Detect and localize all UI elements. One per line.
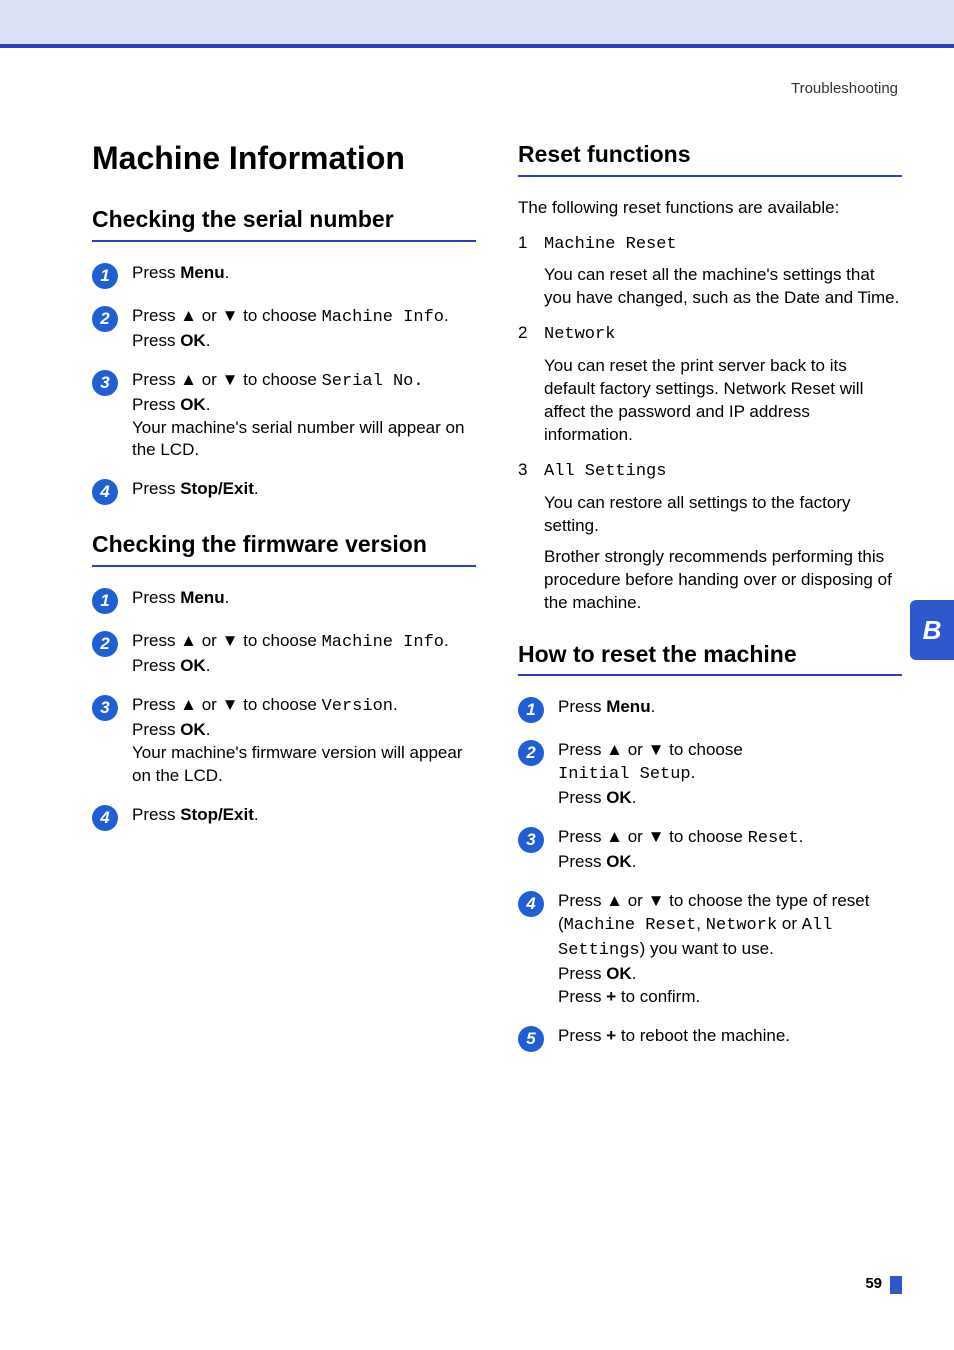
step-body: Press ▲ or ▼ to chooseInitial Setup.Pres… <box>558 739 902 810</box>
step-marker: 2 <box>92 631 118 657</box>
step-marker: 3 <box>518 827 544 853</box>
step-body: Press Menu. <box>132 262 476 285</box>
step-marker: 3 <box>92 370 118 396</box>
reset-intro: The following reset functions are availa… <box>518 197 902 220</box>
step-item: 4 Press Stop/Exit. <box>92 478 476 505</box>
step-item: 3 Press ▲ or ▼ to choose Serial No.Press … <box>92 369 476 463</box>
step-item: 3 Press ▲ or ▼ to choose Version.Press OK… <box>92 694 476 788</box>
left-column: Machine Information Checking the serial … <box>92 141 476 1068</box>
section-heading-reset-functions: Reset functions <box>518 141 902 177</box>
step-body: Press ▲ or ▼ to choose Machine Info.Pres… <box>132 305 476 353</box>
header-rule <box>0 44 954 48</box>
step-marker: 5 <box>518 1026 544 1052</box>
step-body: Press Menu. <box>558 696 902 719</box>
step-item: 1 Press Menu. <box>92 587 476 614</box>
right-column: Reset functions The following reset func… <box>518 141 902 1068</box>
step-marker: 1 <box>92 263 118 289</box>
step-item: 1 Press Menu. <box>518 696 902 723</box>
step-body: Press ▲ or ▼ to choose Serial No.Press O… <box>132 369 476 463</box>
step-marker: 2 <box>92 306 118 332</box>
list-item: Machine ResetYou can reset all the machi… <box>518 232 902 311</box>
step-item: 2 Press ▲ or ▼ to chooseInitial Setup.Pre… <box>518 739 902 810</box>
reset-option-name: All Settings <box>544 462 666 481</box>
list-item: All SettingsYou can restore all settings… <box>518 459 902 615</box>
step-item: 4 Press ▲ or ▼ to choose the type of rese… <box>518 890 902 1009</box>
step-body: Press + to reboot the machine. <box>558 1025 902 1048</box>
step-body: Press Stop/Exit. <box>132 804 476 827</box>
step-body: Press ▲ or ▼ to choose Reset.Press OK. <box>558 826 902 874</box>
page-title: Machine Information <box>92 141 476 176</box>
steps-reset: 1 Press Menu. 2 Press ▲ or ▼ to chooseIniti… <box>518 696 902 1051</box>
breadcrumb: Troubleshooting <box>0 80 898 97</box>
step-marker: 1 <box>92 588 118 614</box>
step-marker: 4 <box>518 891 544 917</box>
step-marker: 1 <box>518 697 544 723</box>
header-band <box>0 0 954 44</box>
reset-option-name: Machine Reset <box>544 235 677 254</box>
steps-firmware: 1 Press Menu. 2 Press ▲ or ▼ to choose Mach… <box>92 587 476 831</box>
step-marker: 4 <box>92 479 118 505</box>
step-body: Press ▲ or ▼ to choose Machine Info.Pres… <box>132 630 476 678</box>
step-body: Press Stop/Exit. <box>132 478 476 501</box>
list-item: NetworkYou can reset the print server ba… <box>518 322 902 447</box>
step-item: 1 Press Menu. <box>92 262 476 289</box>
page-number: 59 <box>865 1275 882 1292</box>
step-item: 5 Press + to reboot the machine. <box>518 1025 902 1052</box>
step-body: Press Menu. <box>132 587 476 610</box>
step-item: 3 Press ▲ or ▼ to choose Reset.Press OK. <box>518 826 902 874</box>
reset-option-name: Network <box>544 325 615 344</box>
section-heading-how-to-reset: How to reset the machine <box>518 641 902 677</box>
section-heading-serial: Checking the serial number <box>92 206 476 242</box>
step-marker: 3 <box>92 695 118 721</box>
step-body: Press ▲ or ▼ to choose Version.Press OK.… <box>132 694 476 788</box>
step-item: 2 Press ▲ or ▼ to choose Machine Info.Pre… <box>92 305 476 353</box>
step-marker: 4 <box>92 805 118 831</box>
step-marker: 2 <box>518 740 544 766</box>
steps-serial: 1 Press Menu. 2 Press ▲ or ▼ to choose Mach… <box>92 262 476 506</box>
step-item: 4 Press Stop/Exit. <box>92 804 476 831</box>
page-number-bar <box>890 1276 902 1294</box>
section-heading-firmware: Checking the firmware version <box>92 531 476 567</box>
step-item: 2 Press ▲ or ▼ to choose Machine Info.Pre… <box>92 630 476 678</box>
step-body: Press ▲ or ▼ to choose the type of reset… <box>558 890 902 1009</box>
reset-functions-list: Machine ResetYou can reset all the machi… <box>518 232 902 615</box>
